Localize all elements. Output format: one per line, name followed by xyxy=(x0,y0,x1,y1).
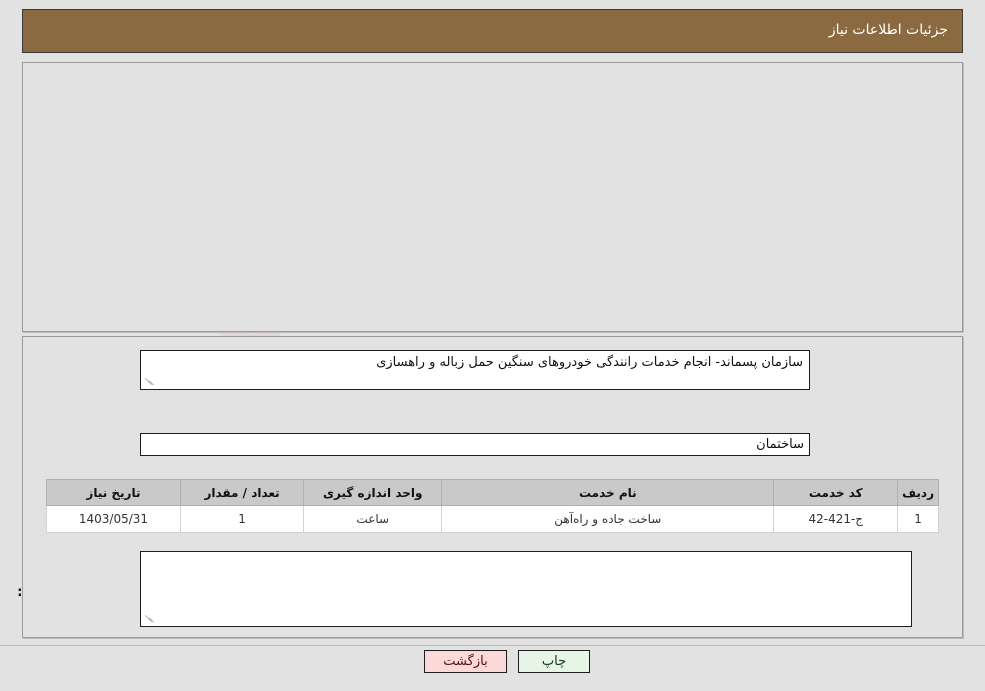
page-root: AriaTender.net جزئیات اطلاعات نیاز شماره… xyxy=(0,0,985,691)
need-info-panel xyxy=(22,62,963,332)
th-quantity: تعداد / مقدار xyxy=(179,479,305,506)
resize-grip-icon[interactable] xyxy=(143,376,155,388)
service-group-field[interactable]: ساختمان xyxy=(140,433,810,456)
footer-divider xyxy=(0,645,985,646)
page-title: جزئیات اطلاعات نیاز xyxy=(828,22,948,38)
table-row[interactable]: 1 ج-421-42 ساخت جاده و راه‌آهن ساعت 1 14… xyxy=(46,505,939,533)
general-description-value: سازمان پسماند- انجام خدمات رانندگی خودرو… xyxy=(376,355,803,370)
cell-index: 1 xyxy=(897,505,939,533)
buyer-notes-textarea[interactable] xyxy=(140,551,912,627)
general-description-textarea[interactable]: سازمان پسماند- انجام خدمات رانندگی خودرو… xyxy=(140,350,810,390)
table-header-row: ردیف کد خدمت نام خدمت واحد اندازه گیری ت… xyxy=(46,479,939,506)
th-name: نام خدمت xyxy=(441,479,775,506)
print-button[interactable]: چاپ xyxy=(518,650,590,673)
cell-name: ساخت جاده و راه‌آهن xyxy=(441,505,775,533)
services-table: ردیف کد خدمت نام خدمت واحد اندازه گیری ت… xyxy=(46,479,939,533)
cell-quantity: 1 xyxy=(179,505,305,533)
th-code: کد خدمت xyxy=(773,479,899,506)
th-index: ردیف xyxy=(897,479,939,506)
header-bar: جزئیات اطلاعات نیاز xyxy=(22,9,963,53)
resize-grip-icon-notes[interactable] xyxy=(143,613,155,625)
cell-unit: ساعت xyxy=(303,505,443,533)
th-need-date: تاریخ نیاز xyxy=(46,479,181,506)
back-button[interactable]: بازگشت xyxy=(424,650,507,673)
cell-need-date: 1403/05/31 xyxy=(46,505,181,533)
th-unit: واحد اندازه گیری xyxy=(303,479,443,506)
cell-code: ج-421-42 xyxy=(773,505,899,533)
